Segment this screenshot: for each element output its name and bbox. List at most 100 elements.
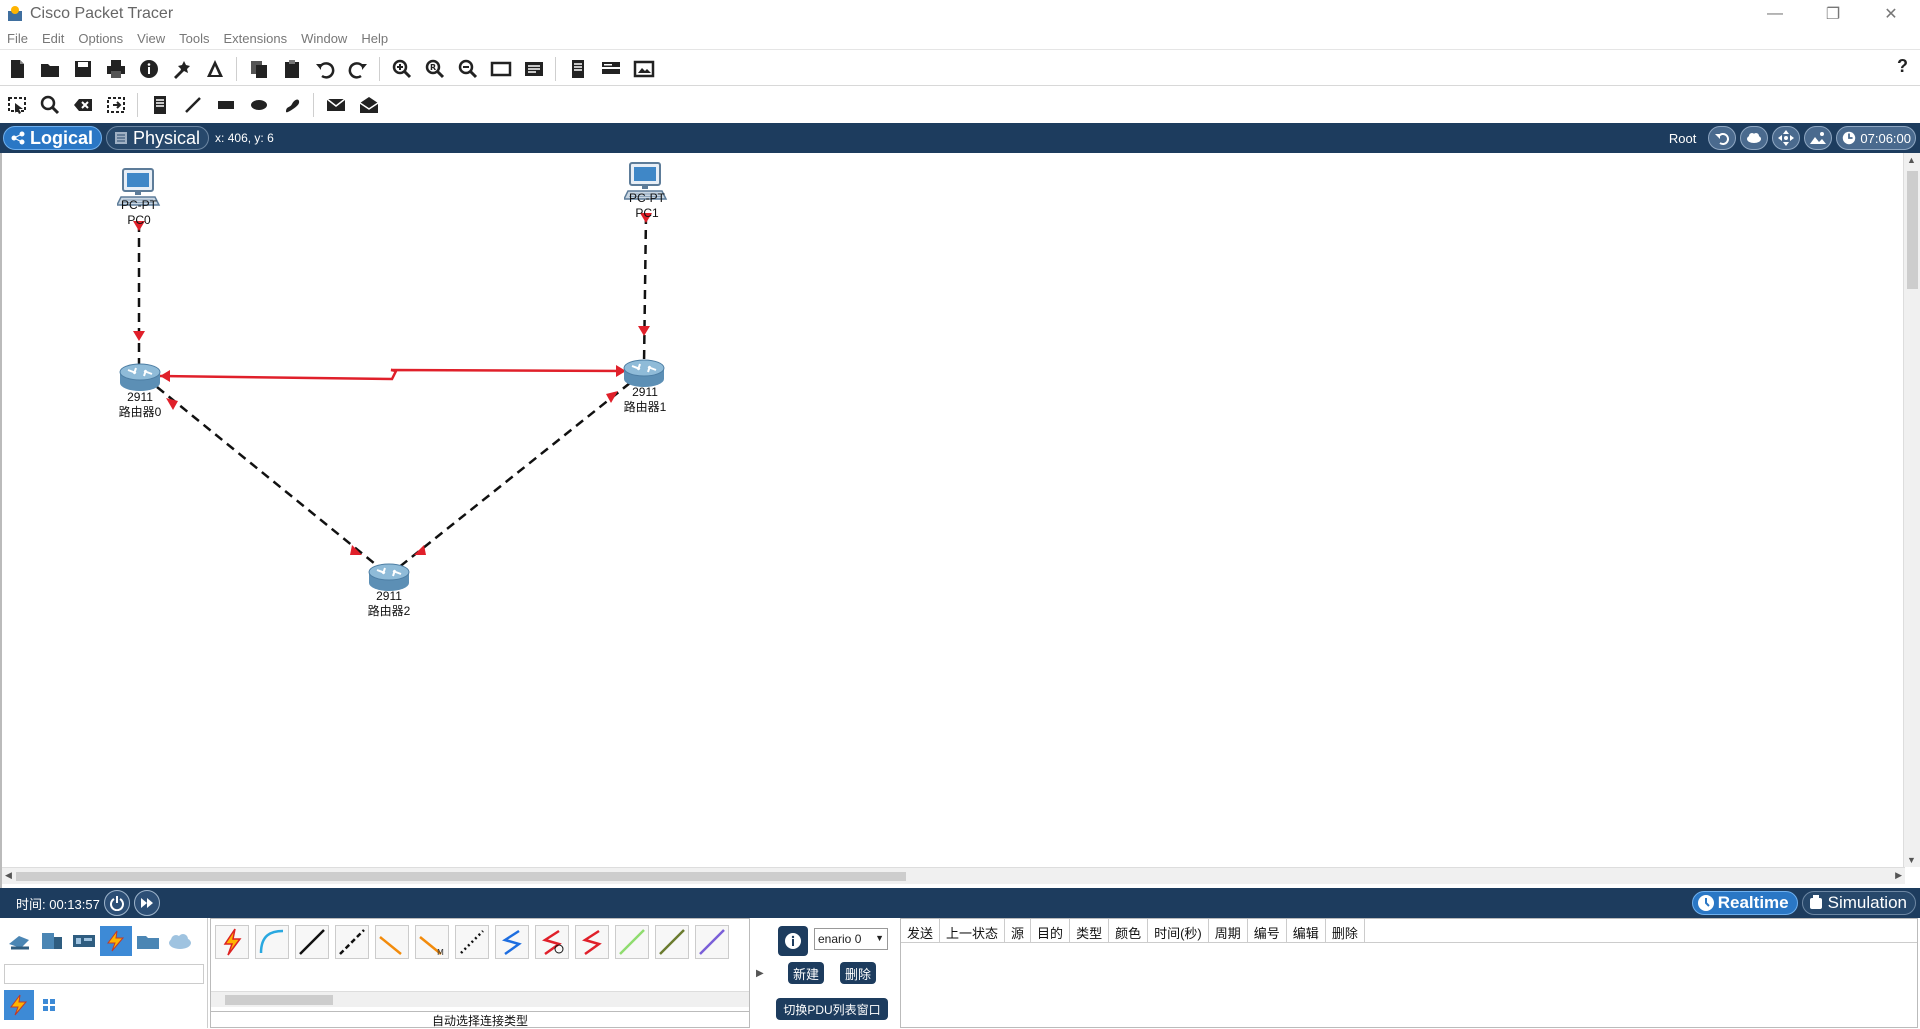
tab-logical[interactable]: Logical — [3, 126, 103, 150]
column-source[interactable]: 源 — [1005, 919, 1032, 942]
router0-label[interactable]: 2911 路由器0 — [100, 390, 180, 420]
resize-shape-icon[interactable] — [103, 92, 129, 118]
copper-cross-over-icon[interactable] — [335, 925, 369, 959]
scroll-up-icon[interactable]: ▲ — [1907, 155, 1916, 165]
menu-edit[interactable]: Edit — [35, 31, 71, 46]
scroll-left-icon[interactable]: ◀ — [5, 870, 12, 881]
menu-tools[interactable]: Tools — [172, 31, 216, 46]
drawing-palette-icon[interactable] — [488, 56, 514, 82]
fiber-icon[interactable] — [375, 925, 409, 959]
connection-list-scroll-thumb[interactable] — [225, 995, 333, 1005]
router0-device-icon[interactable] — [119, 363, 161, 392]
column-edit[interactable]: 编辑 — [1287, 919, 1326, 942]
menu-view[interactable]: View — [130, 31, 172, 46]
column-fire[interactable]: 发送 — [901, 919, 941, 942]
horizontal-scroll-thumb[interactable] — [16, 872, 906, 881]
multiuser-icon[interactable] — [164, 926, 196, 956]
new-scenario-button[interactable]: 新建 — [788, 962, 824, 984]
network-devices-icon[interactable] — [4, 926, 36, 956]
column-type[interactable]: 类型 — [1070, 919, 1110, 942]
inspect-icon[interactable] — [37, 92, 63, 118]
root-breadcrumb[interactable]: Root — [1669, 131, 1696, 146]
phone-cable-icon[interactable]: M — [415, 925, 449, 959]
screenshot-icon[interactable] — [631, 56, 657, 82]
new-cluster-icon[interactable] — [1740, 126, 1769, 150]
new-icon[interactable] — [4, 56, 30, 82]
wireless-cable-icon[interactable] — [695, 925, 729, 959]
draw-rectangle-icon[interactable] — [213, 92, 239, 118]
realtime-mode-button[interactable]: Realtime — [1691, 891, 1798, 915]
connections-subcategory-icon[interactable] — [4, 990, 34, 1020]
pc0-label[interactable]: PC-PT PC0 — [99, 198, 179, 228]
redo-icon[interactable] — [345, 56, 371, 82]
menu-window[interactable]: Window — [294, 31, 354, 46]
console-cable-icon[interactable] — [255, 925, 289, 959]
move-object-icon[interactable] — [1772, 126, 1801, 150]
tab-physical[interactable]: Physical — [106, 126, 210, 150]
router2-device-icon[interactable] — [368, 563, 410, 592]
back-icon[interactable] — [1708, 126, 1737, 150]
notes-icon[interactable] — [565, 56, 591, 82]
device-template-icon[interactable] — [598, 56, 624, 82]
paste-icon[interactable] — [279, 56, 305, 82]
topology-canvas[interactable] — [2, 153, 1905, 867]
coaxial-icon[interactable] — [455, 925, 489, 959]
router1-label[interactable]: 2911 路由器1 — [605, 385, 685, 415]
scroll-down-icon[interactable]: ▼ — [1907, 855, 1916, 865]
zoom-in-icon[interactable] — [389, 56, 415, 82]
workspace-horizontal-scrollbar[interactable]: ◀ ▶ — [2, 867, 1905, 884]
viewport-clock[interactable]: 07:06:00 — [1836, 126, 1916, 150]
power-cycle-devices-icon[interactable] — [103, 890, 130, 916]
usb-cable-icon[interactable] — [655, 925, 689, 959]
menu-file[interactable]: File — [0, 31, 35, 46]
end-devices-icon[interactable] — [36, 926, 68, 956]
column-last-status[interactable]: 上一状态 — [940, 919, 1006, 942]
workspace-vertical-scrollbar[interactable]: ▲ ▼ — [1903, 153, 1920, 867]
router2-label[interactable]: 2911 路由器2 — [349, 589, 429, 619]
toggle-pdu-list-button[interactable]: 切换PDU列表窗口 — [776, 998, 888, 1020]
add-complex-pdu-icon[interactable] — [356, 92, 382, 118]
column-delete[interactable]: 删除 — [1326, 919, 1365, 942]
column-time[interactable]: 时间(秒) — [1148, 919, 1209, 942]
logical-workspace[interactable]: PC-PT PC0 PC-PT PC1 2911 路由器0 2911 路由器1 … — [0, 153, 1920, 888]
menu-extensions[interactable]: Extensions — [216, 31, 294, 46]
undo-icon[interactable] — [312, 56, 338, 82]
draw-line-icon[interactable] — [180, 92, 206, 118]
set-tiled-background-icon[interactable] — [1804, 126, 1833, 150]
close-button[interactable]: ✕ — [1862, 0, 1920, 28]
open-icon[interactable] — [37, 56, 63, 82]
scenario-info-button[interactable] — [778, 926, 808, 956]
scenario-select[interactable]: enario 0 ▼ — [814, 928, 888, 950]
freeform-icon[interactable] — [279, 92, 305, 118]
column-periodic[interactable]: 周期 — [1209, 919, 1248, 942]
link-router1-router2[interactable] — [397, 382, 631, 569]
components-icon[interactable] — [68, 926, 100, 956]
router1-device-icon[interactable] — [623, 359, 665, 388]
draw-ellipse-icon[interactable] — [246, 92, 272, 118]
minimize-button[interactable]: — — [1746, 0, 1804, 28]
custom-device-icon[interactable] — [202, 56, 228, 82]
print-icon[interactable] — [103, 56, 129, 82]
device-search-field[interactable] — [4, 964, 204, 984]
connection-list-scrollbar[interactable] — [211, 991, 749, 1007]
maximize-button[interactable]: ❐ — [1804, 0, 1862, 28]
simulation-mode-button[interactable]: Simulation — [1801, 891, 1916, 915]
grid-view-icon[interactable] — [34, 990, 64, 1020]
link-pc1-router1[interactable] — [642, 214, 648, 366]
delete-scenario-button[interactable]: 删除 — [840, 962, 876, 984]
copy-icon[interactable] — [246, 56, 272, 82]
select-icon[interactable] — [4, 92, 30, 118]
activity-wizard-icon[interactable] — [169, 56, 195, 82]
miscellaneous-icon[interactable] — [132, 926, 164, 956]
custom-devices-dialog-icon[interactable] — [521, 56, 547, 82]
delete-icon[interactable] — [70, 92, 96, 118]
zoom-out-icon[interactable] — [455, 56, 481, 82]
serial-dte-icon[interactable] — [535, 925, 569, 959]
column-num[interactable]: 编号 — [1248, 919, 1287, 942]
serial-dce-icon[interactable] — [495, 925, 529, 959]
octal-cable-icon[interactable] — [575, 925, 609, 959]
copper-straight-through-icon[interactable] — [295, 925, 329, 959]
column-color[interactable]: 颜色 — [1109, 919, 1149, 942]
add-simple-pdu-icon[interactable] — [323, 92, 349, 118]
link-router0-router2[interactable] — [156, 386, 381, 569]
